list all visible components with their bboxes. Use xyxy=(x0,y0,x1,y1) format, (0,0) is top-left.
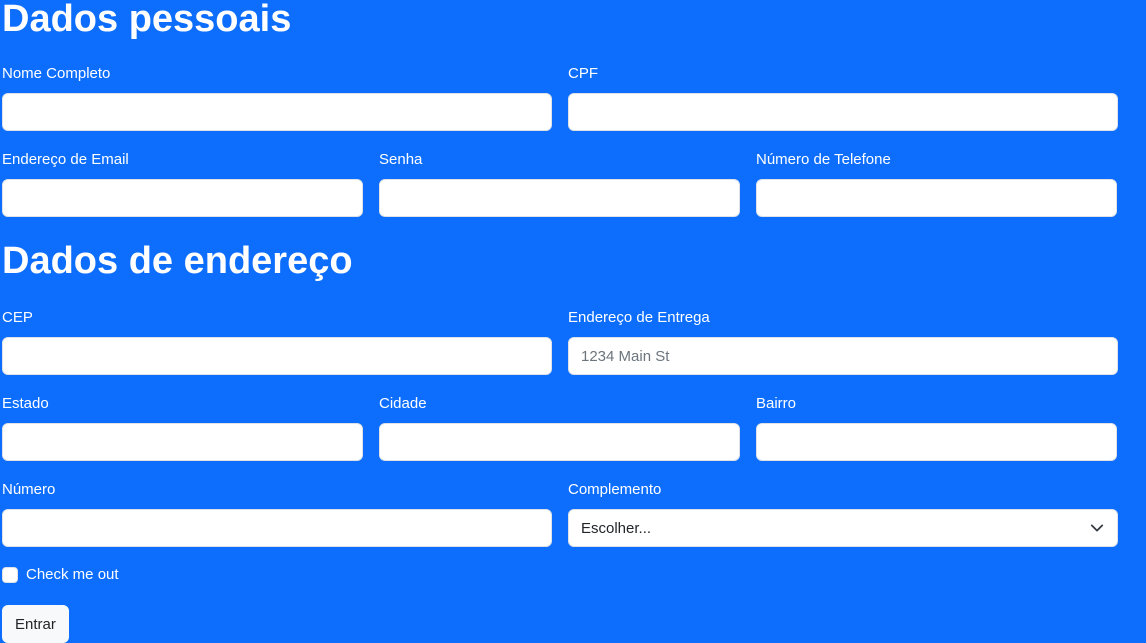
cpf-label: CPF xyxy=(568,65,598,82)
complemento-selected-value: Escolher... xyxy=(581,519,652,537)
estado-input[interactable] xyxy=(2,423,363,461)
numero-label: Número xyxy=(2,481,56,498)
cep-input[interactable] xyxy=(2,337,552,375)
nome-label: Nome Completo xyxy=(2,65,111,82)
entrar-button[interactable]: Entrar xyxy=(2,605,69,643)
cidade-input[interactable] xyxy=(379,423,740,461)
nome-input[interactable] xyxy=(2,93,552,131)
bairro-input[interactable] xyxy=(756,423,1117,461)
entrega-label: Endereço de Entrega xyxy=(568,309,710,326)
bairro-label: Bairro xyxy=(756,395,797,412)
signup-form: Dados pessoais Nome Completo CPF Endereç… xyxy=(0,0,1146,643)
address-section-title: Dados de endereço xyxy=(2,240,353,282)
entrega-input[interactable] xyxy=(568,337,1118,375)
email-label: Endereço de Email xyxy=(2,151,129,168)
cpf-input[interactable] xyxy=(568,93,1118,131)
check-me-out-checkbox[interactable] xyxy=(2,566,18,583)
complemento-select[interactable]: Escolher... xyxy=(568,509,1118,547)
senha-input[interactable] xyxy=(379,179,740,217)
estado-label: Estado xyxy=(2,395,49,412)
cidade-label: Cidade xyxy=(379,395,427,412)
check-me-out-row: Check me out xyxy=(2,566,119,583)
check-me-out-label[interactable]: Check me out xyxy=(26,566,119,583)
telefone-input[interactable] xyxy=(756,179,1117,217)
numero-input[interactable] xyxy=(2,509,552,547)
email-input[interactable] xyxy=(2,179,363,217)
senha-label: Senha xyxy=(379,151,423,168)
personal-section-title: Dados pessoais xyxy=(2,0,292,40)
cep-label: CEP xyxy=(2,309,33,326)
complemento-label: Complemento xyxy=(568,481,662,498)
telefone-label: Número de Telefone xyxy=(756,151,891,168)
chevron-down-icon xyxy=(1089,520,1105,536)
